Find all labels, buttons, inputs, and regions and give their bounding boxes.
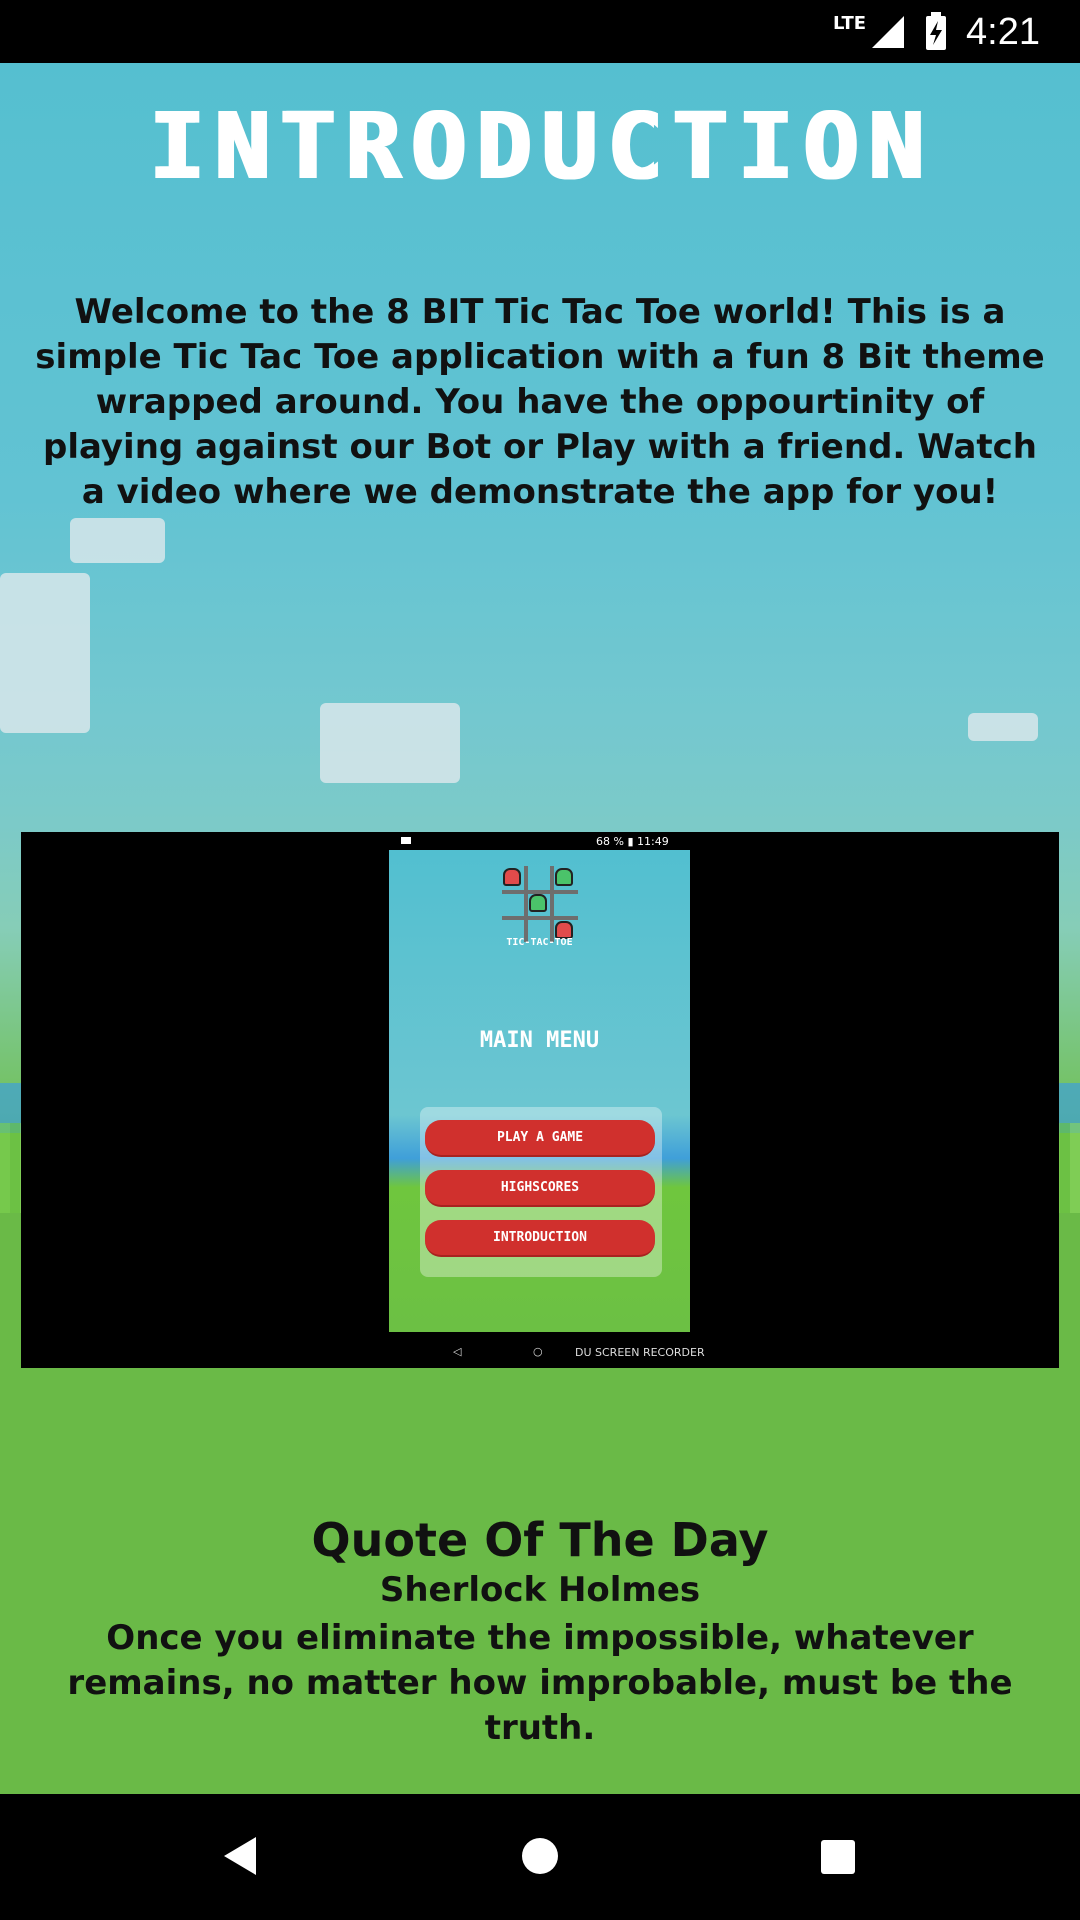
status-bar: LTE 4:21	[0, 0, 1080, 63]
battery-charging-icon	[926, 12, 947, 50]
video-frame-phone: TIC-TAC-TOE MAIN MENU PLAY A GAME HIGHSC…	[389, 850, 690, 1332]
quote-heading: Quote Of The Day	[311, 1513, 769, 1567]
home-icon[interactable]	[522, 1838, 558, 1874]
page-title: INTRODUCTION	[147, 93, 933, 200]
video-recorder-label: DU SCREEN RECORDER	[575, 1346, 705, 1359]
video-back-icon: ◁	[453, 1345, 462, 1358]
cloud-decoration	[0, 573, 90, 733]
cloud-decoration	[968, 713, 1038, 741]
video-nav-bar: ◁ ○ DU SCREEN RECORDER	[21, 1342, 1059, 1362]
recents-icon[interactable]	[821, 1840, 855, 1874]
video-status-text: 68 % ▮ 11:49	[596, 835, 669, 848]
video-home-icon: ○	[533, 1345, 543, 1358]
intro-text: Welcome to the 8 BIT Tic Tac Toe world! …	[35, 292, 1045, 512]
cloud-decoration	[320, 703, 460, 783]
tic-tac-toe-logo-icon	[500, 864, 578, 944]
lte-label: LTE	[832, 12, 867, 34]
clock: 4:21	[966, 10, 1040, 53]
video-logo-text: TIC-TAC-TOE	[506, 937, 573, 948]
video-menu-title: MAIN MENU	[479, 1028, 600, 1053]
navigation-bar	[0, 1794, 1080, 1920]
cloud-decoration	[70, 518, 165, 563]
app-screen: INTRODUCTION Welcome to the 8 BIT Tic Ta…	[0, 63, 1080, 1794]
video-highscores-button: HIGHSCORES	[425, 1170, 655, 1207]
video-status-bar: 68 % ▮ 11:49	[21, 832, 1059, 852]
video-introduction-button: INTRODUCTION	[425, 1220, 655, 1257]
back-icon[interactable]	[224, 1837, 256, 1875]
quote-author: Sherlock Holmes	[379, 1570, 701, 1610]
quote-text: Once you eliminate the impossible, whate…	[67, 1618, 1013, 1748]
video-play-button: PLAY A GAME	[425, 1120, 655, 1157]
video-player[interactable]: 68 % ▮ 11:49 TIC-TAC-TOE MAIN MENU PLAY …	[21, 832, 1059, 1368]
signal-icon	[872, 16, 905, 48]
camera-icon	[401, 837, 411, 844]
